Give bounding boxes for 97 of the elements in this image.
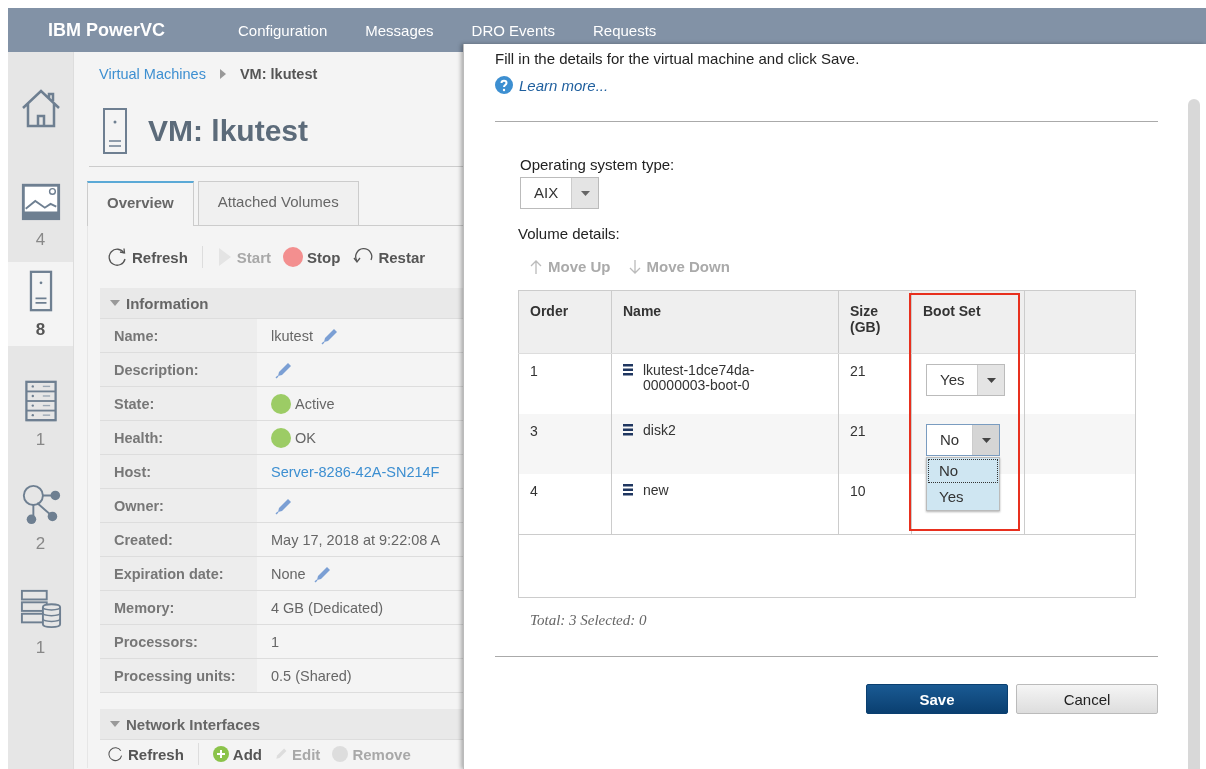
field-label: Health:: [100, 421, 257, 454]
nav-link[interactable]: Messages: [365, 21, 434, 39]
table-cell: 21: [838, 414, 912, 474]
nav-link[interactable]: DRO Events: [471, 21, 555, 39]
server-tower-icon: [102, 107, 128, 155]
field-value: 1: [271, 633, 280, 650]
rail-item[interactable]: 8: [8, 262, 73, 346]
field-label: Processors:: [100, 625, 257, 658]
rail-item[interactable]: 1: [8, 346, 73, 450]
field-value: Active: [295, 395, 335, 412]
brand-title: IBM PowerVC: [47, 19, 167, 41]
host-link[interactable]: Server-8286-42A-SN214F: [271, 463, 440, 480]
os-type-select[interactable]: AIX: [520, 177, 600, 209]
table-cell: 4: [518, 474, 612, 535]
boot-set-select[interactable]: No: [926, 424, 1001, 456]
add-icon: [212, 746, 229, 762]
arrow-down-icon: [628, 258, 641, 275]
rail-item[interactable]: 4: [8, 146, 73, 250]
rail-count: 1: [35, 638, 46, 658]
rail-count: 8: [35, 320, 46, 340]
toolbar-button[interactable]: Refresh: [104, 247, 192, 267]
volume-name: disk2: [643, 423, 677, 439]
caret-icon: [580, 190, 590, 196]
volume-name: new: [643, 483, 670, 499]
volume-icon: [623, 423, 633, 437]
server-rack-icon: [22, 380, 59, 422]
field-value: 0.5 (Shared): [271, 667, 352, 684]
volume-icon: [623, 483, 633, 497]
tab[interactable]: Overview: [87, 181, 194, 226]
field-label: Host:: [100, 455, 257, 488]
table-cell: 3: [518, 414, 612, 474]
column-header[interactable]: Size (GB): [838, 290, 912, 354]
field-label: Operating system type:: [520, 156, 676, 173]
nav-link[interactable]: Configuration: [238, 21, 328, 39]
field-value: lkutest: [271, 327, 313, 344]
dropdown-option[interactable]: No: [927, 458, 999, 484]
nav-link[interactable]: Requests: [592, 21, 657, 39]
column-header[interactable]: Name: [611, 290, 839, 354]
save-button[interactable]: Save: [866, 684, 1008, 714]
field-value: OK: [295, 429, 316, 446]
section-header[interactable]: Network Interfaces: [100, 709, 463, 740]
tab[interactable]: Attached Volumes: [197, 181, 359, 225]
rail-item[interactable]: 1: [8, 554, 73, 658]
field-label: Expiration date:: [100, 557, 257, 590]
toolbar-button[interactable]: Restar: [348, 247, 430, 267]
column-header[interactable]: Boot Set: [911, 290, 1025, 354]
volume-icon: [623, 363, 633, 377]
section-header[interactable]: Information: [100, 288, 463, 319]
arrow-up-icon: [530, 258, 542, 275]
dropdown-option[interactable]: Yes: [927, 484, 999, 510]
rail-count: 1: [35, 430, 46, 450]
breadcrumb-arrow-icon: [219, 69, 226, 79]
field-label: Description:: [100, 353, 257, 386]
column-header[interactable]: Order: [518, 290, 612, 354]
field-label: Processing units:: [100, 659, 257, 692]
field-label: Volume details:: [518, 225, 621, 242]
pencil-icon[interactable]: [275, 360, 293, 379]
table-cell: 10: [838, 474, 912, 535]
rail-item[interactable]: 2: [8, 450, 73, 554]
caret-icon: [981, 437, 991, 443]
rail-count: 4: [35, 230, 46, 250]
field-label: Created:: [100, 523, 257, 556]
field-label: Name:: [100, 319, 257, 352]
learn-more-link[interactable]: Learn more...: [519, 76, 609, 94]
section-title: Network Interfaces: [126, 715, 261, 733]
volume-name: lkutest-1dce74da-00000003-boot-0: [643, 363, 756, 394]
breadcrumb-link[interactable]: Virtual Machines: [99, 66, 206, 82]
field-label: State:: [100, 387, 257, 420]
cancel-button[interactable]: Cancel: [1016, 684, 1158, 714]
pencil-icon[interactable]: [313, 564, 332, 583]
dialog-intro: Fill in the details for the virtual machine and click Save.: [495, 50, 861, 67]
collapse-caret-icon: [110, 300, 120, 306]
pencil-icon[interactable]: [275, 496, 293, 515]
toolbar-button[interactable]: Refresh: [104, 745, 188, 763]
pencil-icon[interactable]: [320, 326, 339, 345]
field-value: None: [271, 565, 306, 582]
rail-count: 2: [35, 534, 46, 554]
stop-icon: [283, 247, 304, 267]
field-value: 4 GB (Dedicated): [271, 599, 384, 616]
toolbar-button[interactable]: Stop: [279, 247, 345, 267]
page-title: VM: lkutest: [148, 114, 309, 148]
help-icon: [495, 76, 513, 94]
scrollbar[interactable]: [1188, 99, 1200, 769]
caret-icon: [987, 377, 996, 383]
server-tower-icon: [27, 270, 54, 312]
refresh-icon: [108, 247, 128, 267]
section-title: Information: [126, 294, 209, 312]
collapse-caret-icon: [110, 721, 120, 727]
refresh-icon: [108, 746, 124, 762]
toolbar-button[interactable]: Add: [208, 745, 267, 763]
field-label: Owner:: [100, 489, 257, 522]
breadcrumb-current: VM: lkutest: [239, 66, 318, 82]
table-summary: Total: 3 Selected: 0: [530, 612, 648, 629]
field-value: May 17, 2018 at 9:22:08 A: [271, 531, 441, 548]
storage-icon: [18, 588, 63, 630]
boot-set-select[interactable]: Yes: [926, 364, 1006, 396]
field-label: Memory:: [100, 591, 257, 624]
